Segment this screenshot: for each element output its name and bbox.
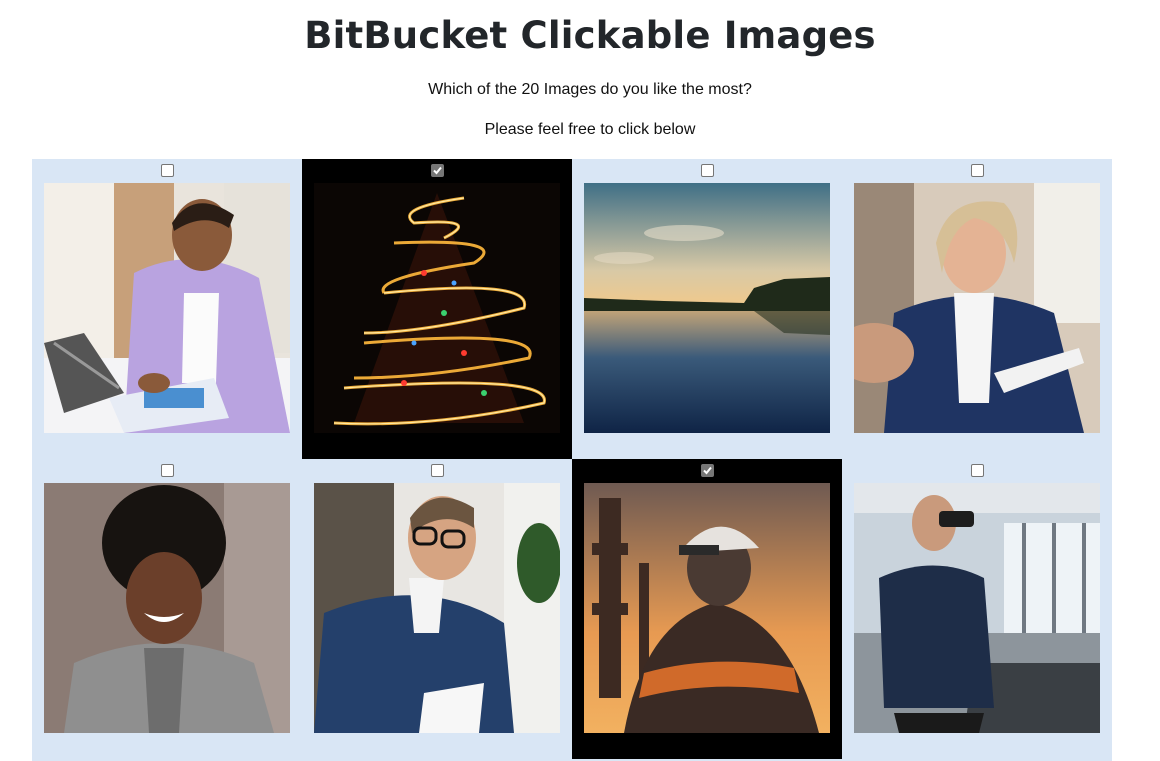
image-checkbox-5[interactable] [161, 464, 174, 477]
image-checkbox-3[interactable] [701, 164, 714, 177]
image-grid [32, 159, 1112, 761]
image-officer-binoculars-bridge[interactable] [854, 483, 1100, 733]
image-checkbox-4[interactable] [971, 164, 984, 177]
image-card-1[interactable] [32, 159, 302, 459]
image-checkbox-7[interactable] [701, 464, 714, 477]
question-text: Which of the 20 Images do you like the m… [428, 81, 752, 98]
image-man-glasses-writing[interactable] [314, 483, 560, 733]
image-checkbox-1[interactable] [161, 164, 174, 177]
page-title: BitBucket Clickable Images [304, 14, 876, 57]
image-woman-navy-blazer[interactable] [854, 183, 1100, 433]
image-woman-lavender-blazer[interactable] [44, 183, 290, 433]
page: BitBucket Clickable Images Which of the … [0, 0, 1160, 761]
image-checkbox-6[interactable] [431, 464, 444, 477]
image-card-7[interactable] [572, 459, 842, 759]
image-checkbox-8[interactable] [971, 464, 984, 477]
image-worker-hardhat-refinery[interactable] [584, 483, 830, 733]
image-card-5[interactable] [32, 459, 302, 759]
image-smiling-woman-gray-blazer[interactable] [44, 483, 290, 733]
image-card-2[interactable] [302, 159, 572, 459]
image-card-4[interactable] [842, 159, 1112, 459]
image-card-3[interactable] [572, 159, 842, 459]
image-checkbox-2[interactable] [431, 164, 444, 177]
image-sparkler-christmas-tree[interactable] [314, 183, 560, 433]
image-card-6[interactable] [302, 459, 572, 759]
image-card-8[interactable] [842, 459, 1112, 759]
image-lake-sunset[interactable] [584, 183, 830, 433]
instruction-text: Please feel free to click below [484, 121, 696, 138]
